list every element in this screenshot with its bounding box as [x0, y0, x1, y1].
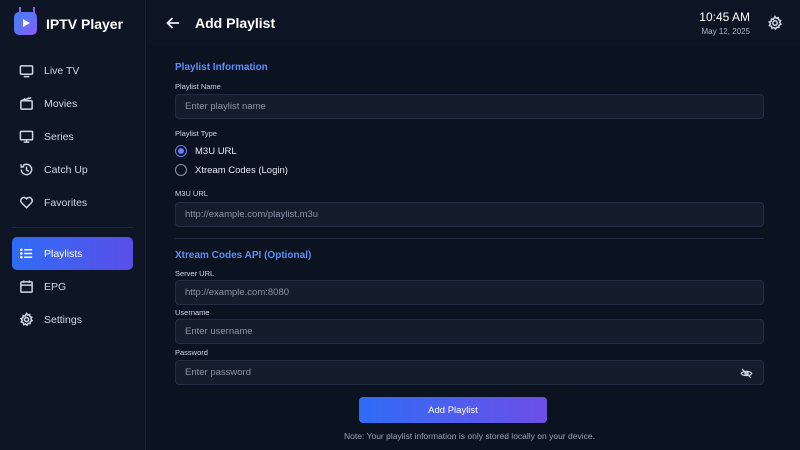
sidebar-item-movies[interactable]: Movies	[12, 87, 133, 120]
sidebar-nav: Live TV Movies Series Catch Up Favorites…	[12, 54, 133, 336]
section-title-xtream: Xtream Codes API (Optional)	[175, 250, 312, 261]
brand: IPTV Player	[14, 12, 123, 35]
sidebar-item-label: EPG	[44, 280, 67, 293]
film-icon	[20, 97, 33, 110]
app-name: IPTV Player	[46, 15, 124, 32]
privacy-note: Note: Your playlist information is only …	[344, 431, 595, 441]
clock-date: May 12, 2025	[701, 27, 750, 36]
sidebar-item-label: Movies	[44, 97, 78, 110]
clock: 10:45 AM May 12, 2025	[699, 10, 750, 36]
tv-icon	[19, 65, 34, 78]
gear-icon	[768, 15, 783, 31]
section-title-playlist-info: Playlist Information	[175, 62, 268, 73]
server-url-label: Server URL	[175, 269, 215, 278]
sidebar-item-series[interactable]: Series	[12, 120, 133, 153]
clock-time: 10:45 AM	[699, 10, 750, 24]
back-button[interactable]	[165, 15, 181, 31]
sidebar-item-playlists[interactable]: Playlists	[12, 237, 133, 270]
arrow-left-icon	[166, 17, 179, 29]
radio-label: Xtream Codes (Login)	[195, 164, 288, 176]
nav-divider	[12, 227, 133, 228]
tv-play-logo-icon	[14, 12, 37, 35]
radio-m3u-url[interactable]: M3U URL	[175, 145, 237, 157]
m3u-url-label: M3U URL	[175, 189, 208, 198]
sidebar-item-epg[interactable]: EPG	[12, 270, 133, 303]
add-playlist-button[interactable]: Add Playlist	[359, 397, 547, 423]
radio-button-checked[interactable]	[175, 145, 187, 157]
sidebar-item-label: Series	[44, 130, 74, 143]
sidebar-item-label: Live TV	[44, 64, 80, 77]
username-label: Username	[175, 308, 210, 317]
page-title: Add Playlist	[195, 15, 276, 31]
password-label: Password	[175, 348, 208, 357]
sidebar-item-label: Catch Up	[44, 163, 88, 176]
radio-xtream-codes[interactable]: Xtream Codes (Login)	[175, 164, 288, 176]
sidebar-item-settings[interactable]: Settings	[12, 303, 133, 336]
heart-icon	[20, 196, 33, 209]
playlist-name-label: Playlist Name	[175, 82, 221, 91]
server-url-input[interactable]: http://example.com:8080	[175, 280, 764, 305]
sidebar-item-label: Favorites	[44, 196, 88, 209]
username-input[interactable]: Enter username	[175, 319, 764, 344]
sidebar-item-catch-up[interactable]: Catch Up	[12, 153, 133, 186]
sidebar: IPTV Player Live TV Movies Series Catch …	[0, 0, 146, 450]
header: Add Playlist 10:45 AM May 12, 2025	[147, 0, 800, 45]
radio-button[interactable]	[175, 164, 187, 176]
password-placeholder: Enter password	[185, 367, 252, 378]
list-icon	[20, 248, 33, 259]
playlist-name-input[interactable]: Enter playlist name	[175, 94, 764, 119]
section-divider	[175, 238, 764, 239]
gear-icon	[19, 312, 34, 327]
sidebar-item-label: Settings	[44, 313, 82, 326]
settings-button[interactable]	[767, 15, 783, 31]
sidebar-item-favorites[interactable]: Favorites	[12, 186, 133, 219]
monitor-icon	[19, 130, 34, 143]
password-input[interactable]: Enter password	[175, 360, 764, 385]
sidebar-item-live-tv[interactable]: Live TV	[12, 54, 133, 87]
eye-off-icon[interactable]	[740, 367, 753, 380]
m3u-url-input[interactable]: http://example.com/playlist.m3u	[175, 202, 764, 227]
history-icon	[20, 163, 33, 176]
radio-label: M3U URL	[195, 145, 237, 157]
calendar-icon	[20, 280, 33, 293]
sidebar-item-label: Playlists	[44, 247, 83, 260]
playlist-type-label: Playlist Type	[175, 129, 217, 138]
